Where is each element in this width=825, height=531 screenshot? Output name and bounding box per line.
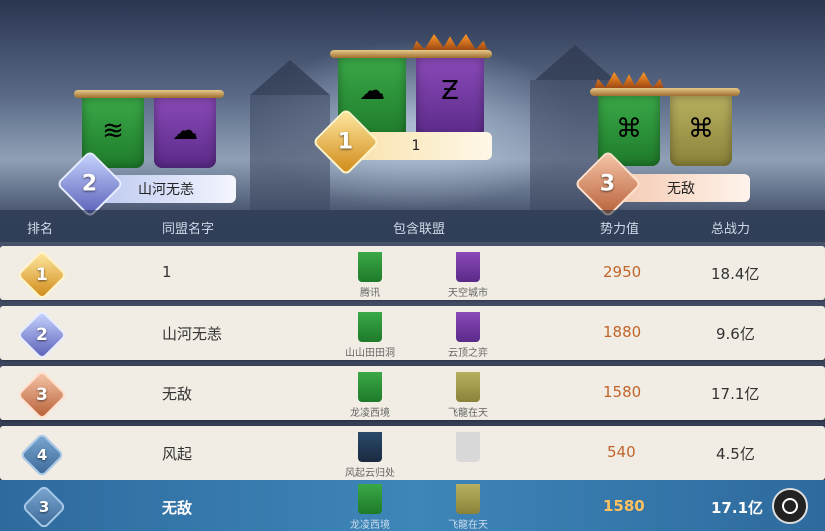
banner-icon (456, 312, 480, 342)
total-power: 17.1亿 (711, 385, 760, 403)
member-alliance: 风起云归处 (345, 468, 395, 479)
header-alliances: 包含联盟 (393, 222, 446, 237)
rank-badge: 3 (21, 484, 67, 530)
table-row[interactable]: 1 1 腾讯 天空城市 2950 18.4亿 (0, 246, 825, 301)
member-alliance: 腾讯 (360, 288, 380, 299)
power-value: 1580 (603, 383, 642, 401)
alliance-name: 风起 (162, 445, 193, 463)
podium-third-banners: ⌘ ⌘ (590, 72, 740, 166)
banner-icon (358, 484, 382, 514)
header-power: 势力值 (600, 222, 640, 237)
rank-badge: 4 (19, 432, 65, 478)
table-row[interactable]: 2 山河无恙 山山田田洞 云顶之弈 1880 9.6亿 (0, 306, 825, 361)
my-alliance-row[interactable]: 3 无敌 龙凌西境 飞龍在天 1580 17.1亿 (0, 480, 825, 531)
table-row[interactable]: 4 风起 风起云归处 540 4.5亿 (0, 426, 825, 480)
alliance-name: 1 (162, 263, 172, 281)
background-roof (250, 60, 330, 95)
camera-icon[interactable] (772, 488, 808, 524)
ranking-screen: ≋ ☁ 山河无恙 2 ☁ Ƶ 1 1 ⌘ ⌘ 无敌 3 排名 同盟名字 包含联盟… (0, 0, 825, 531)
banner-icon (358, 432, 382, 462)
power-value: 1880 (603, 323, 642, 341)
rank-badge: 1 (16, 249, 68, 301)
power-value: 540 (607, 443, 636, 461)
banner-icon (456, 484, 480, 514)
total-power: 4.5亿 (716, 445, 755, 463)
member-alliance: 龙凌西境 (350, 408, 390, 419)
rank-badge: 3 (16, 369, 68, 421)
header-name: 同盟名字 (162, 222, 215, 237)
banner-icon (358, 372, 382, 402)
table-row[interactable]: 3 无敌 龙凌西境 飞龍在天 1580 17.1亿 (0, 366, 825, 421)
banner-icon (358, 312, 382, 342)
header-total: 总战力 (711, 222, 751, 237)
banner-icon (456, 372, 480, 402)
member-alliance: 云顶之弈 (448, 348, 488, 359)
banner-icon: ⌘ (662, 88, 740, 166)
table-header: 排名 同盟名字 包含联盟 势力值 总战力 (0, 210, 825, 242)
banner-icon (456, 252, 480, 282)
alliance-name: 无敌 (162, 385, 193, 403)
header-rank: 排名 (27, 222, 54, 237)
member-alliance: 山山田田洞 (345, 348, 395, 359)
banner-icon (358, 252, 382, 282)
alliance-name: 山河无恙 (162, 325, 223, 343)
background-house (250, 95, 330, 210)
total-power: 17.1亿 (711, 499, 764, 517)
rank-badge: 2 (16, 309, 68, 361)
member-alliance: 龙凌西境 (350, 520, 390, 531)
member-alliance: 飞龍在天 (448, 408, 488, 419)
power-value: 2950 (603, 263, 642, 281)
alliance-name: 无敌 (162, 499, 193, 517)
total-power: 9.6亿 (716, 325, 755, 343)
empty-banner-slot (456, 432, 480, 462)
power-value: 1580 (603, 497, 645, 515)
member-alliance: 飞龍在天 (448, 520, 488, 531)
total-power: 18.4亿 (711, 265, 760, 283)
member-alliance: 天空城市 (448, 288, 488, 299)
banner-icon: ☁ (146, 90, 224, 168)
banner-icon: Ƶ (408, 34, 492, 138)
background-roof (535, 45, 615, 80)
podium-second-banners: ≋ ☁ (74, 90, 224, 168)
